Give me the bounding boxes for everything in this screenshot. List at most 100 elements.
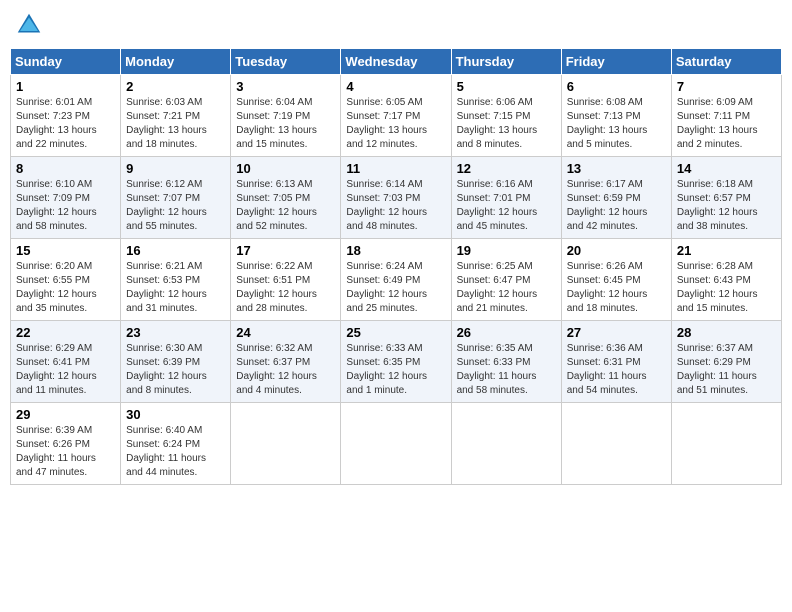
day-info: Sunrise: 6:10 AM Sunset: 7:09 PM Dayligh… [16, 178, 115, 234]
calendar-cell: 24Sunrise: 6:32 AM Sunset: 6:37 PM Dayli… [231, 321, 341, 403]
day-number: 17 [236, 243, 335, 258]
day-info: Sunrise: 6:40 AM Sunset: 6:24 PM Dayligh… [126, 424, 225, 480]
calendar-cell: 18 Sunrise: 6:24 AM Sunset: 6:49 PM Dayli… [341, 239, 451, 321]
page-header [10, 10, 782, 40]
calendar-cell: 5 Sunrise: 6:06 AM Sunset: 7:15 PM Daylig… [451, 75, 561, 157]
calendar-cell: 21 Sunrise: 6:28 AM Sunset: 6:43 PM Dayli… [671, 239, 781, 321]
day-number: 23 [126, 325, 225, 340]
calendar-cell: 6Sunrise: 6:08 AM Sunset: 7:13 PM Daylig… [561, 75, 671, 157]
day-header-thursday: Thursday [451, 49, 561, 75]
day-number: 29 [16, 407, 115, 422]
calendar-cell: 25Sunrise: 6:33 AM Sunset: 6:35 PM Dayli… [341, 321, 451, 403]
day-info: Sunrise: 6:22 AM Sunset: 6:51 PM Dayligh… [236, 260, 335, 316]
day-number: 1 [16, 79, 115, 94]
day-info: Sunrise: 6:03 AM Sunset: 7:21 PM Dayligh… [126, 96, 225, 152]
calendar-cell: 28 Sunrise: 6:37 AM Sunset: 6:29 PM Dayli… [671, 321, 781, 403]
day-number: 8 [16, 161, 115, 176]
calendar-cell: 10Sunrise: 6:13 AM Sunset: 7:05 PM Dayli… [231, 157, 341, 239]
day-header-saturday: Saturday [671, 49, 781, 75]
day-info: Sunrise: 6:29 AM Sunset: 6:41 PM Dayligh… [16, 342, 115, 398]
day-info: Sunrise: 6:18 AM Sunset: 6:57 PM Dayligh… [677, 178, 776, 234]
calendar-cell: 22 Sunrise: 6:29 AM Sunset: 6:41 PM Dayli… [11, 321, 121, 403]
calendar-cell [561, 403, 671, 485]
day-info: Sunrise: 6:35 AM Sunset: 6:33 PM Dayligh… [457, 342, 556, 398]
day-info: Sunrise: 6:09 AM Sunset: 7:11 PM Dayligh… [677, 96, 776, 152]
day-number: 15 [16, 243, 115, 258]
day-number: 22 [16, 325, 115, 340]
day-number: 26 [457, 325, 556, 340]
calendar-week-3: 15 Sunrise: 6:20 AM Sunset: 6:55 PM Dayli… [11, 239, 782, 321]
calendar: SundayMondayTuesdayWednesdayThursdayFrid… [10, 48, 782, 485]
day-number: 3 [236, 79, 335, 94]
day-number: 6 [567, 79, 666, 94]
day-number: 2 [126, 79, 225, 94]
day-number: 9 [126, 161, 225, 176]
day-number: 20 [567, 243, 666, 258]
calendar-cell [231, 403, 341, 485]
calendar-cell: 16 Sunrise: 6:21 AM Sunset: 6:53 PM Dayli… [121, 239, 231, 321]
day-info: Sunrise: 6:04 AM Sunset: 7:19 PM Dayligh… [236, 96, 335, 152]
calendar-cell: 20 Sunrise: 6:26 AM Sunset: 6:45 PM Dayli… [561, 239, 671, 321]
day-info: Sunrise: 6:16 AM Sunset: 7:01 PM Dayligh… [457, 178, 556, 234]
day-info: Sunrise: 6:36 AM Sunset: 6:31 PM Dayligh… [567, 342, 666, 398]
day-header-sunday: Sunday [11, 49, 121, 75]
day-info: Sunrise: 6:39 AM Sunset: 6:26 PM Dayligh… [16, 424, 115, 480]
calendar-cell: 9 Sunrise: 6:12 AM Sunset: 7:07 PM Daylig… [121, 157, 231, 239]
day-header-monday: Monday [121, 49, 231, 75]
calendar-week-2: 8 Sunrise: 6:10 AM Sunset: 7:09 PM Daylig… [11, 157, 782, 239]
calendar-cell: 4 Sunrise: 6:05 AM Sunset: 7:17 PM Daylig… [341, 75, 451, 157]
day-number: 21 [677, 243, 776, 258]
day-number: 27 [567, 325, 666, 340]
day-info: Sunrise: 6:05 AM Sunset: 7:17 PM Dayligh… [346, 96, 445, 152]
logo-icon [14, 10, 44, 40]
calendar-cell [451, 403, 561, 485]
day-info: Sunrise: 6:14 AM Sunset: 7:03 PM Dayligh… [346, 178, 445, 234]
calendar-cell: 12 Sunrise: 6:16 AM Sunset: 7:01 PM Dayli… [451, 157, 561, 239]
day-number: 5 [457, 79, 556, 94]
calendar-header-row: SundayMondayTuesdayWednesdayThursdayFrid… [11, 49, 782, 75]
calendar-cell: 19 Sunrise: 6:25 AM Sunset: 6:47 PM Dayli… [451, 239, 561, 321]
day-info: Sunrise: 6:21 AM Sunset: 6:53 PM Dayligh… [126, 260, 225, 316]
day-info: Sunrise: 6:12 AM Sunset: 7:07 PM Dayligh… [126, 178, 225, 234]
day-info: Sunrise: 6:06 AM Sunset: 7:15 PM Dayligh… [457, 96, 556, 152]
day-number: 19 [457, 243, 556, 258]
calendar-cell: 7 Sunrise: 6:09 AM Sunset: 7:11 PM Daylig… [671, 75, 781, 157]
logo [14, 10, 48, 40]
calendar-week-5: 29 Sunrise: 6:39 AM Sunset: 6:26 PM Dayli… [11, 403, 782, 485]
day-header-wednesday: Wednesday [341, 49, 451, 75]
day-number: 30 [126, 407, 225, 422]
calendar-cell: 29 Sunrise: 6:39 AM Sunset: 6:26 PM Dayli… [11, 403, 121, 485]
day-number: 12 [457, 161, 556, 176]
day-number: 28 [677, 325, 776, 340]
calendar-cell: 11Sunrise: 6:14 AM Sunset: 7:03 PM Dayli… [341, 157, 451, 239]
day-info: Sunrise: 6:17 AM Sunset: 6:59 PM Dayligh… [567, 178, 666, 234]
calendar-cell: 14Sunrise: 6:18 AM Sunset: 6:57 PM Dayli… [671, 157, 781, 239]
day-info: Sunrise: 6:13 AM Sunset: 7:05 PM Dayligh… [236, 178, 335, 234]
day-info: Sunrise: 6:24 AM Sunset: 6:49 PM Dayligh… [346, 260, 445, 316]
calendar-cell: 26 Sunrise: 6:35 AM Sunset: 6:33 PM Dayli… [451, 321, 561, 403]
day-number: 7 [677, 79, 776, 94]
day-info: Sunrise: 6:28 AM Sunset: 6:43 PM Dayligh… [677, 260, 776, 316]
calendar-cell: 23Sunrise: 6:30 AM Sunset: 6:39 PM Dayli… [121, 321, 231, 403]
day-number: 18 [346, 243, 445, 258]
day-number: 4 [346, 79, 445, 94]
calendar-cell: 8 Sunrise: 6:10 AM Sunset: 7:09 PM Daylig… [11, 157, 121, 239]
day-info: Sunrise: 6:26 AM Sunset: 6:45 PM Dayligh… [567, 260, 666, 316]
calendar-cell: 2 Sunrise: 6:03 AM Sunset: 7:21 PM Daylig… [121, 75, 231, 157]
day-header-friday: Friday [561, 49, 671, 75]
calendar-week-1: 1Sunrise: 6:01 AM Sunset: 7:23 PM Daylig… [11, 75, 782, 157]
day-number: 16 [126, 243, 225, 258]
calendar-cell: 3 Sunrise: 6:04 AM Sunset: 7:19 PM Daylig… [231, 75, 341, 157]
day-number: 24 [236, 325, 335, 340]
calendar-cell: 1Sunrise: 6:01 AM Sunset: 7:23 PM Daylig… [11, 75, 121, 157]
calendar-week-4: 22 Sunrise: 6:29 AM Sunset: 6:41 PM Dayli… [11, 321, 782, 403]
calendar-cell: 30 Sunrise: 6:40 AM Sunset: 6:24 PM Dayli… [121, 403, 231, 485]
calendar-cell [671, 403, 781, 485]
calendar-cell: 13Sunrise: 6:17 AM Sunset: 6:59 PM Dayli… [561, 157, 671, 239]
day-info: Sunrise: 6:33 AM Sunset: 6:35 PM Dayligh… [346, 342, 445, 398]
day-info: Sunrise: 6:25 AM Sunset: 6:47 PM Dayligh… [457, 260, 556, 316]
calendar-cell: 15 Sunrise: 6:20 AM Sunset: 6:55 PM Dayli… [11, 239, 121, 321]
calendar-cell [341, 403, 451, 485]
day-info: Sunrise: 6:20 AM Sunset: 6:55 PM Dayligh… [16, 260, 115, 316]
day-info: Sunrise: 6:37 AM Sunset: 6:29 PM Dayligh… [677, 342, 776, 398]
